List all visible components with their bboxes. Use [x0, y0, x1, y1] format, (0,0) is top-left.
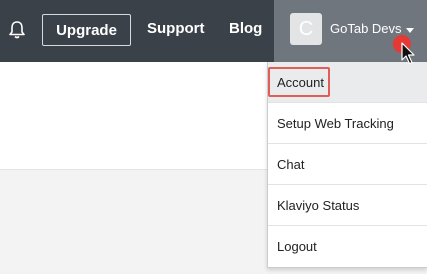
- mouse-cursor-icon: [401, 42, 419, 66]
- menu-item-chat[interactable]: Chat: [268, 144, 427, 185]
- menu-item-label: Chat: [277, 157, 305, 172]
- menu-item-klaviyo-status[interactable]: Klaviyo Status: [268, 185, 427, 226]
- upgrade-button[interactable]: Upgrade: [42, 14, 131, 46]
- menu-item-label: Setup Web Tracking: [277, 116, 394, 131]
- bell-icon[interactable]: [6, 19, 28, 41]
- app-screen: Upgrade Support Blog C GoTab Devs Accoun…: [0, 0, 427, 274]
- caret-down-icon: [406, 28, 414, 33]
- menu-item-logout[interactable]: Logout: [268, 226, 427, 267]
- support-link[interactable]: Support: [147, 20, 205, 37]
- avatar-initial: C: [298, 17, 314, 40]
- account-name: GoTab Devs: [330, 21, 402, 36]
- avatar: C: [290, 13, 322, 45]
- menu-item-label: Account: [277, 75, 324, 90]
- menu-item-label: Logout: [277, 239, 317, 254]
- top-nav-bar: Upgrade Support Blog C GoTab Devs: [0, 0, 427, 62]
- menu-item-label: Klaviyo Status: [277, 198, 360, 213]
- blog-link[interactable]: Blog: [229, 20, 262, 37]
- menu-item-setup-web-tracking[interactable]: Setup Web Tracking: [268, 103, 427, 144]
- account-dropdown-menu: Account Setup Web Tracking Chat Klaviyo …: [267, 62, 427, 268]
- menu-item-account[interactable]: Account: [268, 62, 427, 103]
